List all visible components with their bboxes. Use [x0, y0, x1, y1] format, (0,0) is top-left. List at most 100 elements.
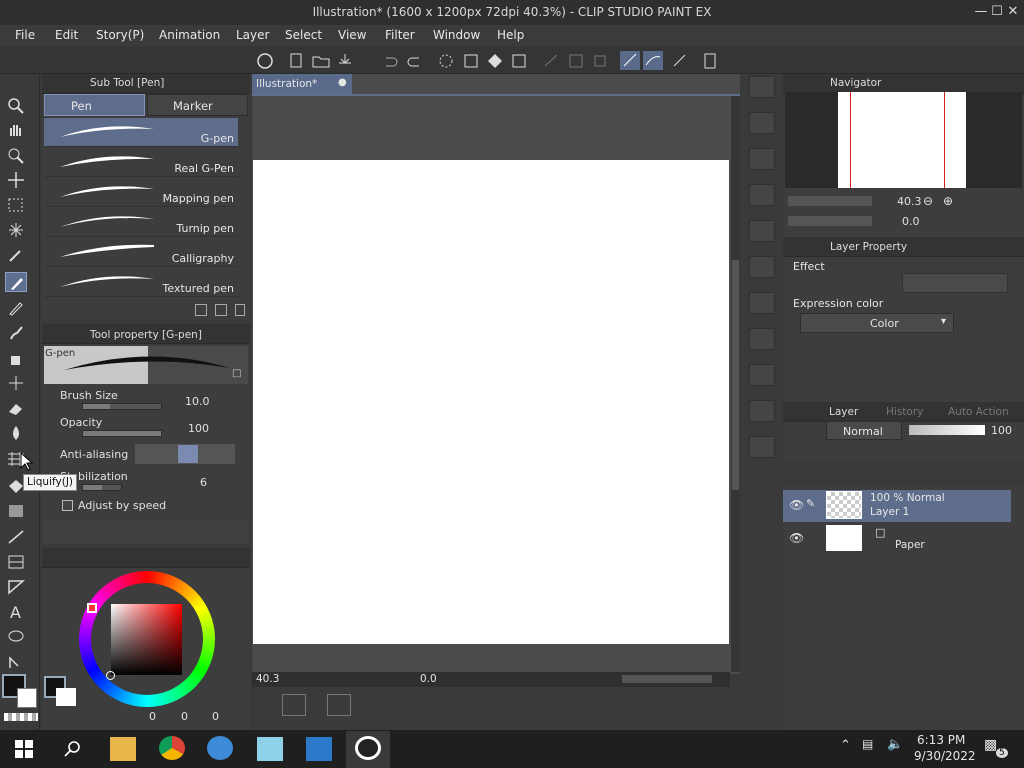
network-icon[interactable]: ▤	[862, 737, 873, 751]
layer-opacity-value[interactable]: 100	[991, 424, 1012, 437]
navigator-rotate-slider[interactable]	[788, 216, 872, 226]
eye-icon[interactable]: 👁	[789, 498, 804, 512]
tab-pen[interactable]: Pen	[44, 94, 145, 116]
sub-color-swatch[interactable]	[17, 688, 37, 708]
material-icon[interactable]	[749, 220, 775, 242]
new-subtool-icon[interactable]	[215, 304, 227, 316]
snap-point-icon[interactable]	[590, 51, 610, 70]
pen-stroke-icon[interactable]	[670, 51, 690, 70]
brush-size-slider[interactable]	[82, 403, 162, 410]
copy-subtool-icon[interactable]	[195, 304, 207, 316]
menu-window[interactable]: Window	[433, 28, 480, 42]
pen-tool-icon[interactable]	[5, 272, 27, 292]
redo-icon[interactable]	[405, 51, 425, 70]
transparent-color-swatch[interactable]	[4, 713, 38, 721]
volume-icon[interactable]: 🔈	[887, 737, 903, 752]
decoration-tool-icon[interactable]	[5, 373, 27, 393]
app-window-icon[interactable]	[306, 737, 332, 761]
status-rotation-value[interactable]: 0.0	[420, 673, 437, 685]
horizontal-scrollbar[interactable]	[622, 675, 712, 683]
clear-icon[interactable]	[436, 51, 456, 70]
brush-size-value[interactable]: 10.0	[185, 395, 210, 408]
qbittorrent-icon[interactable]	[207, 736, 233, 760]
brush-mapping-pen[interactable]: Mapping pen	[44, 178, 238, 207]
search-icon[interactable]	[64, 740, 82, 758]
material-icon[interactable]	[749, 400, 775, 422]
brush-tool-icon[interactable]	[5, 323, 27, 343]
brush-real-g-pen[interactable]: Real G-Pen	[44, 148, 238, 177]
eyedropper-icon[interactable]	[5, 245, 27, 265]
menu-story[interactable]: Story(P)	[96, 28, 144, 42]
airbrush-tool-icon[interactable]	[5, 348, 27, 368]
layer-opacity-slider[interactable]	[909, 425, 985, 435]
document-tab[interactable]: Illustration* ●	[252, 74, 352, 94]
clip-studio-taskbar-icon[interactable]	[355, 736, 381, 760]
tab-marker[interactable]: Marker	[147, 94, 248, 116]
selection-tool-icon[interactable]	[5, 195, 27, 215]
stroke-icon[interactable]	[620, 51, 640, 70]
material-icon[interactable]	[749, 112, 775, 134]
chevron-up-icon[interactable]: ⌃	[840, 738, 851, 753]
clip-studio-icon[interactable]	[255, 51, 275, 70]
material-icon[interactable]	[749, 292, 775, 314]
delete-subtool-icon[interactable]	[235, 304, 245, 316]
layer-row[interactable]: 👁 □ Paper	[783, 523, 1011, 555]
balloon-tool-icon[interactable]	[5, 627, 27, 647]
new-file-icon[interactable]	[287, 51, 307, 70]
notes-app-icon[interactable]	[257, 737, 283, 761]
object-tool-icon[interactable]	[5, 145, 27, 165]
menu-layer[interactable]: Layer	[236, 28, 269, 42]
open-folder-icon[interactable]	[311, 51, 331, 70]
opacity-slider[interactable]	[82, 430, 162, 437]
adjust-speed-checkbox[interactable]	[62, 500, 73, 511]
brush-textured-pen[interactable]: Textured pen	[44, 268, 238, 297]
zoom-in-icon[interactable]: ⊕	[943, 194, 953, 208]
blend-mode-select[interactable]: Normal	[826, 421, 902, 440]
brush-g-pen[interactable]: G-pen	[44, 118, 238, 147]
text-tool-icon[interactable]: A	[5, 602, 27, 622]
brush-calligraphy[interactable]: Calligraphy	[44, 238, 238, 267]
canvas-fit-icon[interactable]	[327, 694, 351, 716]
ruler-tool-icon[interactable]	[5, 577, 27, 597]
menu-edit[interactable]: Edit	[55, 28, 78, 42]
color-handle[interactable]	[106, 671, 115, 680]
clear-outside-icon[interactable]	[461, 51, 481, 70]
material-icon[interactable]	[749, 148, 775, 170]
canvas[interactable]	[253, 160, 729, 644]
clock-date[interactable]: 9/30/2022	[914, 749, 976, 763]
material-icon[interactable]	[749, 436, 775, 458]
correct-line-tool-icon[interactable]	[5, 652, 27, 672]
device-icon[interactable]	[700, 51, 720, 70]
menu-view[interactable]: View	[338, 28, 366, 42]
windows-start-icon[interactable]	[15, 740, 33, 758]
opacity-value[interactable]: 100	[188, 422, 209, 435]
menu-animation[interactable]: Animation	[159, 28, 220, 42]
material-icon[interactable]	[749, 184, 775, 206]
search-icon[interactable]	[749, 76, 775, 98]
move-tool-icon[interactable]	[5, 170, 27, 190]
snap-grid-icon[interactable]	[566, 51, 586, 70]
eraser-tool-icon[interactable]	[5, 398, 27, 418]
clock-time[interactable]: 6:13 PM	[917, 733, 965, 747]
layer-row[interactable]: 👁 ✎ 100 % Normal Layer 1	[783, 490, 1011, 522]
undo-icon[interactable]	[380, 51, 400, 70]
notification-icon[interactable]: ▩	[984, 737, 997, 753]
material-icon[interactable]	[749, 256, 775, 278]
close-button[interactable]: ✕	[1002, 3, 1024, 21]
snap-ruler-icon[interactable]	[541, 51, 561, 70]
vertical-scroll-thumb[interactable]	[732, 260, 739, 490]
tab-auto-action[interactable]: Auto Action	[948, 406, 1009, 418]
material-icon[interactable]	[749, 364, 775, 386]
zoom-tool-icon[interactable]	[5, 95, 27, 115]
material-icon[interactable]	[749, 328, 775, 350]
file-explorer-icon[interactable]	[110, 737, 136, 761]
menu-filter[interactable]: Filter	[385, 28, 415, 42]
navigator-zoom-slider[interactable]	[788, 196, 872, 206]
tab-close-icon[interactable]: ●	[338, 77, 347, 88]
tab-history[interactable]: History	[886, 406, 923, 418]
antialiasing-medium-option[interactable]	[178, 445, 198, 463]
lock-icon[interactable]: □	[232, 368, 241, 379]
save-icon[interactable]	[335, 51, 355, 70]
panel-toggle-icon[interactable]	[282, 694, 306, 716]
stabilization-value[interactable]: 6	[200, 476, 207, 489]
